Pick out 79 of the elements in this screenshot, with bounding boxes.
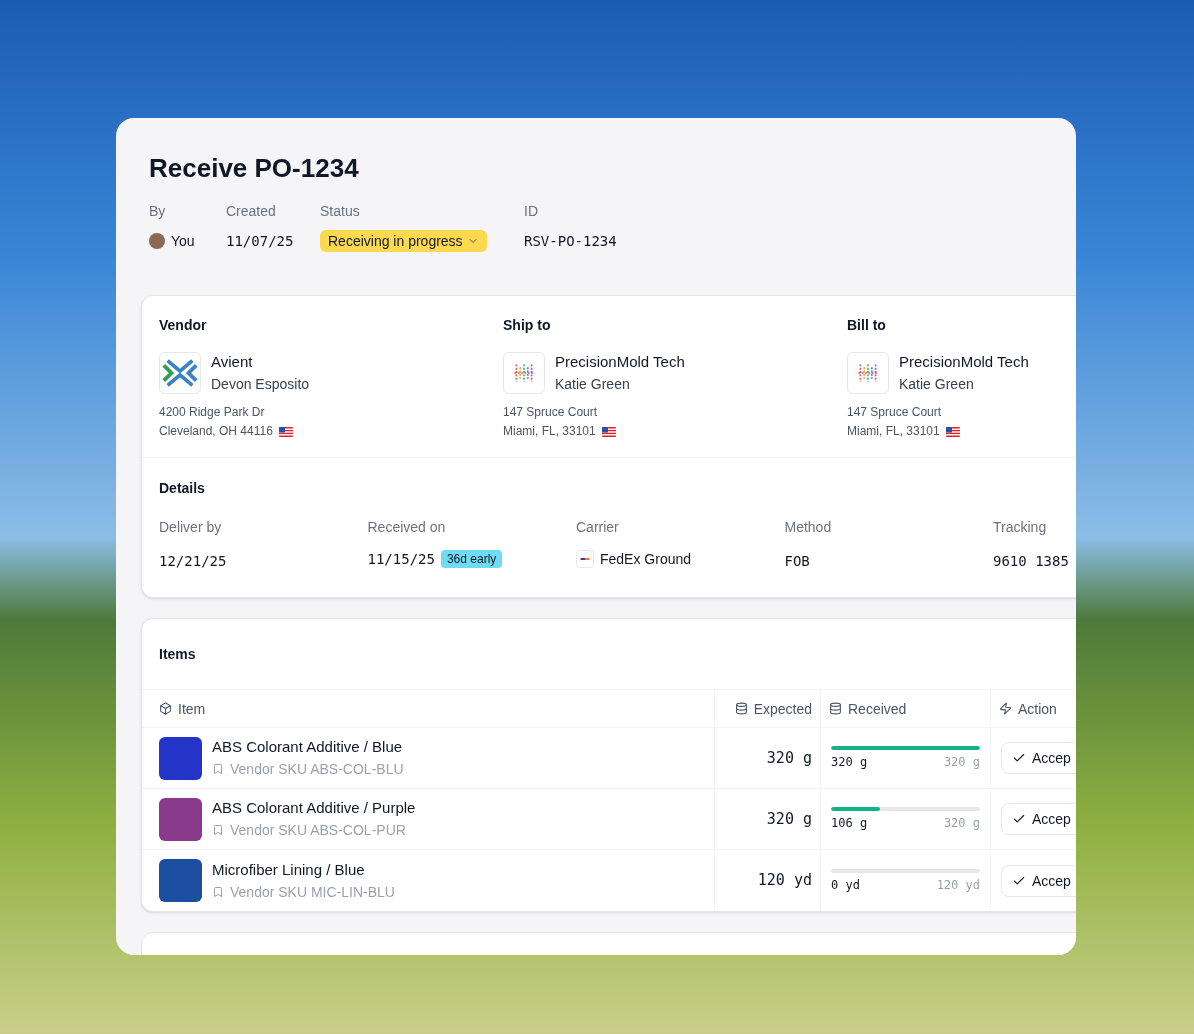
expected-cell: 120 yd — [714, 850, 820, 911]
bookmark-icon — [212, 763, 224, 775]
total-amount: 320 g — [943, 815, 980, 831]
detail-value: 12/21/25 — [159, 553, 227, 569]
sku-text: Vendor SKU ABS-COL-PUR — [230, 821, 406, 840]
detail-value: FedEx Ground — [600, 550, 692, 569]
detail-label: Tracking — [993, 518, 1048, 537]
total-amount: 320 g — [943, 754, 980, 770]
meta-label: By — [149, 202, 167, 221]
accept-button[interactable]: Accep — [1001, 803, 1076, 835]
contact-name: Katie Green — [555, 375, 631, 394]
sku-text: Vendor SKU MIC-LIN-BLU — [230, 882, 395, 902]
flag-icon — [601, 426, 616, 437]
detail-value: 9610 1385 — [993, 553, 1069, 569]
detail-label: Deliver by — [159, 518, 223, 537]
sku-text: Vendor SKU ABS-COL-BLU — [230, 760, 404, 779]
logo-icon — [847, 352, 889, 394]
address-line: Miami, FL, 33101 — [847, 423, 940, 440]
flag-icon — [278, 426, 293, 437]
section-label: Details — [159, 479, 206, 498]
detail-label: Method — [784, 518, 833, 537]
detail-label: Carrier — [576, 518, 620, 537]
database-icon — [734, 702, 748, 715]
item-name: ABS Colorant Additive / Purple — [212, 798, 416, 818]
meta-value: You — [171, 232, 195, 251]
product-photo — [159, 797, 202, 841]
expected-cell: 320 g — [714, 728, 820, 789]
early-badge: 36d early — [440, 550, 503, 568]
product-photo — [159, 859, 202, 902]
company-name: PrecisionMold Tech — [555, 352, 685, 372]
received-amount: 0 yd — [831, 876, 860, 893]
detail-value: 11/15/25 — [367, 550, 435, 569]
address-line: Miami, FL, 33101 — [503, 423, 596, 440]
logo-icon — [159, 352, 201, 394]
detail-label: Received on — [367, 518, 447, 537]
column-header: Item — [142, 690, 714, 728]
bookmark-icon — [212, 885, 224, 898]
contact-name: Katie Green — [899, 375, 975, 394]
address-line: 147 Spruce Court — [847, 404, 943, 421]
bookmark-icon — [212, 824, 224, 836]
item-name: ABS Colorant Additive / Blue — [212, 737, 404, 757]
lightning-icon — [999, 702, 1012, 715]
company-name: PrecisionMold Tech — [899, 352, 1029, 372]
total-amount: 120 yd — [936, 876, 980, 893]
contact-name: Devon Esposito — [211, 375, 310, 394]
section-label: Ship to — [503, 316, 552, 335]
section-label: Vendor — [159, 316, 208, 335]
detail-value: FOB — [784, 553, 810, 569]
item-name: Microfiber Lining / Blue — [212, 859, 366, 880]
section-label: Items — [158, 645, 197, 664]
meta-value: 11/07/25 — [226, 232, 295, 251]
status-badge[interactable]: Receiving in progress — [320, 230, 487, 252]
meta-label: Created — [226, 202, 277, 221]
address-line: 4200 Ridge Park Dr — [159, 404, 266, 421]
meta-value: RSV-PO-1234 — [524, 232, 618, 251]
column-header: Received — [820, 690, 990, 728]
company-name: Avient — [211, 352, 254, 372]
accept-button[interactable]: Accep — [1001, 864, 1076, 897]
column-header: Expected — [714, 690, 820, 728]
carrier-logo-icon — [576, 550, 594, 568]
column-header: Action — [990, 690, 1076, 728]
meta-label: Status — [320, 202, 361, 221]
received-amount: 320 g — [831, 754, 868, 770]
database-icon — [829, 702, 842, 715]
page-title: Receive PO-1234 — [148, 152, 360, 184]
product-photo — [159, 736, 202, 780]
logo-icon — [503, 352, 545, 394]
address-line: Cleveland, OH 44116 — [159, 423, 273, 440]
meta-label: ID — [524, 202, 539, 221]
received-amount: 106 g — [831, 815, 868, 831]
section-label: Bill to — [847, 316, 887, 335]
flag-icon — [945, 426, 960, 437]
check-icon — [1012, 812, 1026, 826]
box-icon — [159, 702, 172, 715]
address-line: 147 Spruce Court — [503, 404, 599, 421]
avatar — [149, 233, 165, 249]
check-icon — [1012, 751, 1026, 765]
accept-button[interactable]: Accep — [1001, 742, 1076, 774]
expected-cell: 320 g — [714, 789, 820, 850]
